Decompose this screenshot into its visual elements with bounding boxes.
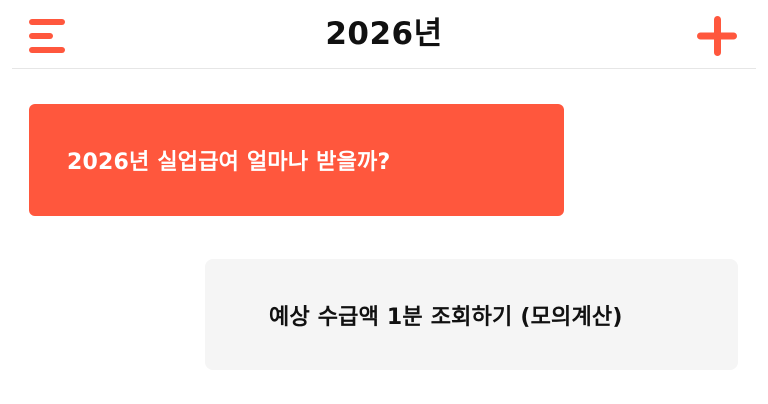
app-header: 2026년: [0, 0, 768, 68]
prompt-bubble-text: 2026년 실업급여 얼마나 받을까?: [67, 150, 391, 175]
plus-icon: [697, 16, 737, 56]
prompt-bubble[interactable]: 2026년 실업급여 얼마나 받을까?: [29, 104, 564, 216]
menu-button[interactable]: [28, 16, 68, 56]
estimate-lookup-text: 예상 수급액 1분 조회하기 (모의계산): [269, 304, 623, 330]
page-title: 2026년: [325, 16, 443, 52]
estimate-lookup-button[interactable]: 예상 수급액 1분 조회하기 (모의계산): [205, 259, 738, 370]
app-screen: 2026년 2026년 실업급여 얼마나 받을까? 예상 수급액 1분 조회하기…: [0, 0, 768, 404]
hamburger-menu-icon: [29, 19, 65, 53]
header-divider: [12, 68, 756, 69]
add-button[interactable]: [694, 14, 740, 58]
